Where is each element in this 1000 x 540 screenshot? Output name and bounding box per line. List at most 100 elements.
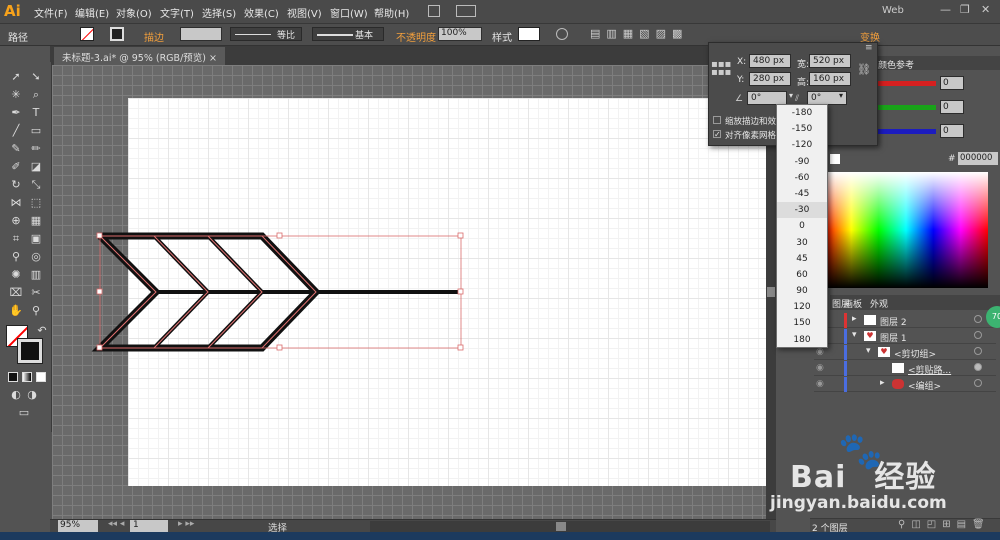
layer-name[interactable]: 图层 2 xyxy=(880,315,907,328)
width-field[interactable]: 520 px xyxy=(809,54,851,68)
angle-option[interactable]: 90 xyxy=(777,283,827,299)
width-label: 宽: xyxy=(797,60,810,70)
angle-option[interactable]: -60 xyxy=(777,170,827,186)
layer-thumbnail xyxy=(864,315,876,325)
panel-menu-icon[interactable]: ≡ xyxy=(865,43,873,53)
angle-option[interactable]: 150 xyxy=(777,315,827,331)
rotate-field[interactable]: 0° xyxy=(747,91,787,105)
layer-color-bar xyxy=(844,329,847,344)
handle-bottom-right xyxy=(457,344,464,351)
rotate-dropdown-icon[interactable]: ▾ xyxy=(789,91,793,100)
layers-panel-tabs: 图层 画板 外观 xyxy=(830,295,1000,310)
next-artboard-icon[interactable]: ▸ ▸▸ xyxy=(178,519,194,529)
rotate-icon: ∠ xyxy=(735,94,744,104)
handle-top-right xyxy=(457,232,464,239)
close-window-icon[interactable]: ✕ xyxy=(981,3,990,16)
blue-value[interactable]: 0 xyxy=(940,124,964,138)
target-icon[interactable] xyxy=(974,331,982,339)
angle-option[interactable]: 0 xyxy=(777,218,827,234)
restore-icon[interactable]: ❐ xyxy=(960,3,970,16)
constrain-proportions-icon[interactable]: ⛓ xyxy=(857,63,871,76)
layer-name[interactable]: <剪贴路... xyxy=(908,363,951,376)
handle-top-left xyxy=(96,232,103,239)
arrow-artwork[interactable] xyxy=(0,0,776,521)
sublayer-group[interactable]: ◉ ▸ <编组> xyxy=(814,377,996,392)
target-icon[interactable] xyxy=(974,347,982,355)
hex-field[interactable]: 000000 xyxy=(958,152,998,165)
workspace-switcher[interactable]: Web xyxy=(882,5,904,16)
green-slider[interactable] xyxy=(876,105,936,110)
layer-row-1[interactable]: ◉ ▾ ♥ 图层 1 xyxy=(814,329,996,344)
sublayer-clip-path[interactable]: ◉ <剪贴路... xyxy=(814,361,996,376)
angle-option[interactable]: 45 xyxy=(777,251,827,267)
zoom-field[interactable]: 95% xyxy=(58,520,98,532)
layer-name[interactable]: <剪切组> xyxy=(894,347,936,360)
expand-arrow-icon[interactable]: ▸ xyxy=(852,314,857,324)
minimize-icon[interactable]: — xyxy=(940,3,951,16)
angle-option-selected[interactable]: -30 xyxy=(777,202,827,219)
layer-name[interactable]: <编组> xyxy=(908,379,941,392)
height-field[interactable]: 160 px xyxy=(809,72,851,86)
target-icon[interactable] xyxy=(974,379,982,387)
horizontal-scrollbar[interactable] xyxy=(370,521,770,532)
tab-artboards[interactable]: 画板 xyxy=(844,297,862,310)
layer-thumbnail xyxy=(892,363,904,373)
hex-label: # xyxy=(948,154,956,164)
sublayer-clip-group[interactable]: ◉ ▾ ♥ <剪切组> xyxy=(814,345,996,360)
x-field[interactable]: 480 px xyxy=(749,54,791,68)
layer-color-bar xyxy=(844,361,847,376)
white-swatch[interactable] xyxy=(830,154,840,164)
reference-point-icon[interactable]: ▪▪▪ ▪▪▪ xyxy=(711,60,731,78)
height-label: 高: xyxy=(797,78,810,88)
handle-bottom-middle xyxy=(276,344,283,351)
collapse-arrow-icon[interactable]: ▾ xyxy=(866,346,871,356)
os-taskbar xyxy=(0,532,1000,540)
layers-footer: 2 个图层 ⚲◫◰⊞▤🗑 xyxy=(810,518,1000,534)
green-value[interactable]: 0 xyxy=(940,100,964,114)
angle-option[interactable]: 120 xyxy=(777,299,827,315)
target-icon[interactable] xyxy=(974,363,982,371)
y-field[interactable]: 280 px xyxy=(749,72,791,86)
artboard-number-field[interactable]: 1 xyxy=(130,520,168,532)
angle-option[interactable]: -45 xyxy=(777,186,827,202)
eye-icon[interactable]: ◉ xyxy=(816,347,824,357)
expand-arrow-icon[interactable]: ▸ xyxy=(880,378,885,388)
layer-color-bar xyxy=(844,313,847,328)
blue-slider[interactable] xyxy=(876,129,936,134)
prev-artboard-icon[interactable]: ◂◂ ◂ xyxy=(108,519,124,529)
angle-option[interactable]: -90 xyxy=(777,154,827,170)
red-slider[interactable] xyxy=(876,81,936,86)
layer-thumbnail: ♥ xyxy=(864,331,876,341)
handle-middle-left xyxy=(96,288,103,295)
layer-thumbnail xyxy=(892,379,904,389)
red-value[interactable]: 0 xyxy=(940,76,964,90)
handle-top-middle xyxy=(276,232,283,239)
angle-option[interactable]: 30 xyxy=(777,235,827,251)
arrow-fletching xyxy=(91,232,462,352)
angle-option[interactable]: -120 xyxy=(777,137,827,153)
watermark-url: jingyan.baidu.com xyxy=(770,493,947,513)
layer-row-2[interactable]: ◉ ▸ 图层 2 xyxy=(814,313,996,328)
angle-option[interactable]: 180 xyxy=(777,332,827,348)
layer-color-bar xyxy=(844,345,847,360)
layer-color-bar xyxy=(844,377,847,392)
y-label: Y: xyxy=(737,75,745,85)
scale-strokes-checkbox[interactable] xyxy=(713,116,721,124)
align-pixel-grid-checkbox[interactable]: ✓ xyxy=(713,130,721,139)
angle-option[interactable]: -150 xyxy=(777,121,827,137)
layer-name[interactable]: 图层 1 xyxy=(880,331,907,344)
align-pixel-grid-label: 对齐像素网格 xyxy=(725,131,777,141)
collapse-arrow-icon[interactable]: ▾ xyxy=(852,330,857,340)
baidu-paw-icon: 🐾 xyxy=(838,431,883,472)
layer-thumbnail: ♥ xyxy=(878,347,890,357)
shear-dropdown-icon[interactable]: ▾ xyxy=(839,91,843,100)
angle-option[interactable]: 60 xyxy=(777,267,827,283)
tab-appearance[interactable]: 外观 xyxy=(870,297,888,310)
eye-icon[interactable]: ◉ xyxy=(816,379,824,389)
eye-icon[interactable]: ◉ xyxy=(816,363,824,373)
angle-option[interactable]: -180 xyxy=(777,105,827,121)
color-spectrum[interactable] xyxy=(824,172,988,288)
color-guide-tab[interactable]: 颜色参考 xyxy=(870,56,1000,71)
layer-actions-icons[interactable]: ⚲◫◰⊞▤🗑 xyxy=(898,519,991,530)
target-icon[interactable] xyxy=(974,315,982,323)
